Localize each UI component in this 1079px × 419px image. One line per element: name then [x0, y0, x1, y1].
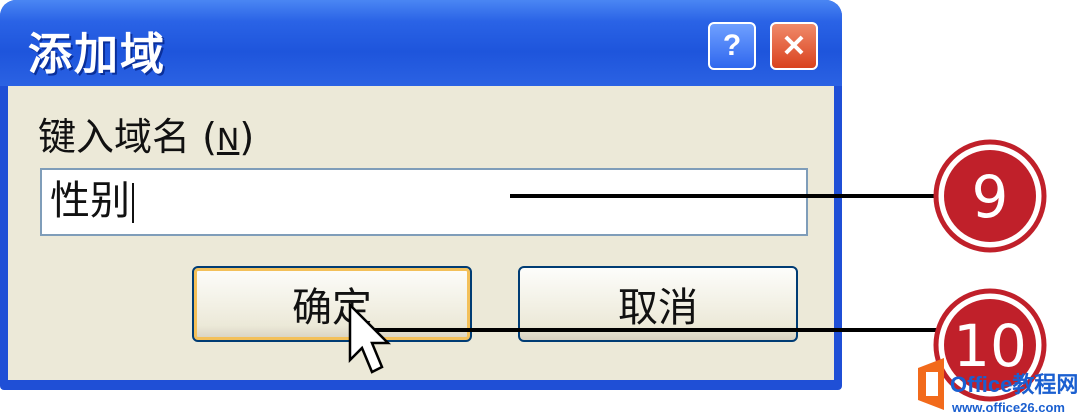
step-9-number: 9: [972, 163, 1009, 231]
step-10-number: 10: [953, 312, 1027, 380]
watermark-brand: Office教程网: [950, 372, 1078, 397]
mouse-cursor-icon: [348, 301, 392, 374]
watermark-url: www.office26.com: [951, 400, 1065, 415]
annotation-overlay: 9 10 Office教程网 www.office26.com: [348, 139, 1078, 415]
step-9-badge: 9: [933, 139, 1047, 253]
office-logo-icon: [918, 358, 944, 410]
